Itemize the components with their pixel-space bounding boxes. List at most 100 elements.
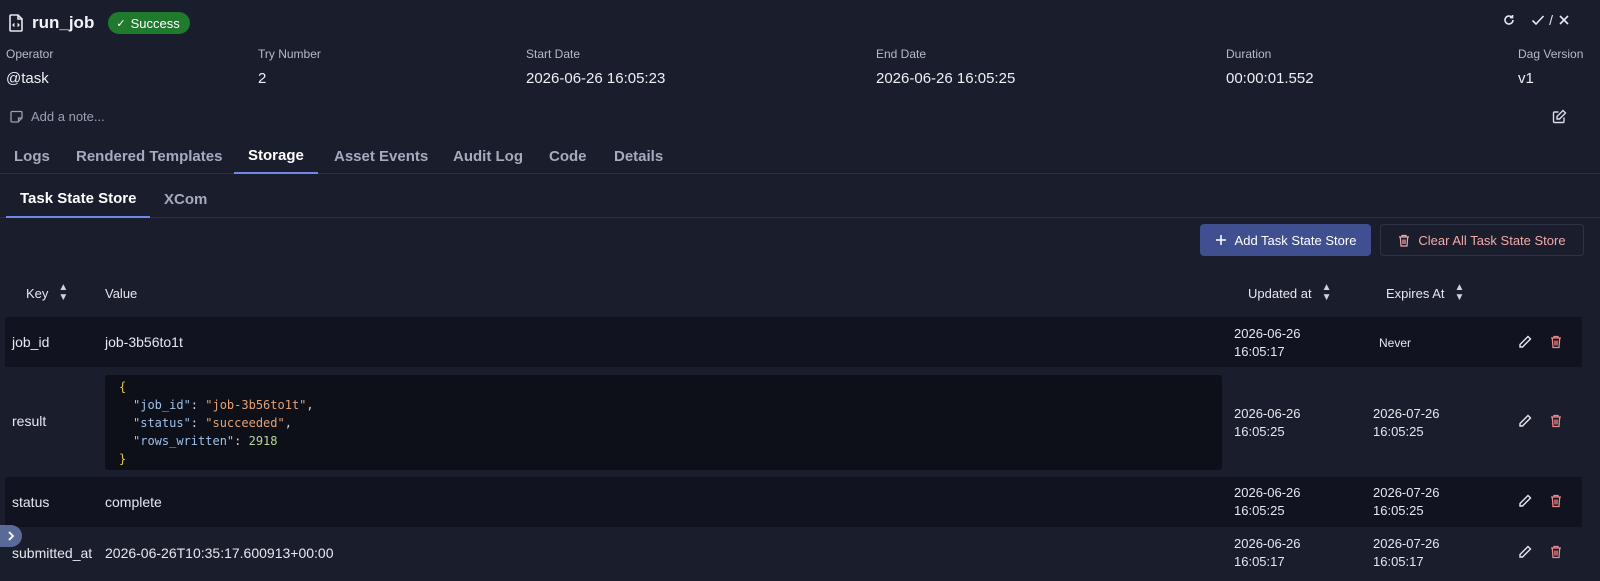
row-expires-at: 2026-07-26 16:05:25 [1373, 405, 1440, 441]
json-value: { "job_id": "job-3b56to1t", "status": "s… [105, 375, 1222, 470]
row-key: submitted_at [12, 545, 93, 561]
row-key: job_id [12, 334, 50, 350]
meta-value-operator: @task [6, 70, 49, 87]
row-key: status [12, 494, 50, 510]
row-key: result [12, 413, 47, 429]
refresh-icon[interactable] [1503, 14, 1515, 26]
row-expires-at: 2026-07-26 16:05:17 [1373, 535, 1440, 571]
json-open-brace: { [119, 380, 127, 394]
add-task-state-store-button[interactable]: Add Task State Store [1200, 224, 1371, 256]
row-value: complete [105, 494, 162, 510]
json-line: "job_id": "job-3b56to1t", [133, 398, 314, 412]
tab-storage[interactable]: Storage [234, 138, 318, 174]
meta-label-end-date: End Date [876, 47, 927, 61]
edit-icon[interactable] [1518, 545, 1532, 559]
expires-date: 2026-07-26 [1373, 406, 1440, 421]
row-expires-at: 2026-07-26 16:05:25 [1373, 484, 1440, 520]
json-comma: , [284, 416, 292, 430]
add-task-state-store-label: Add Task State Store [1234, 232, 1357, 248]
subtab-xcom[interactable]: XCom [150, 181, 221, 218]
row-value: job-3b56to1t [105, 334, 183, 350]
row-actions [1518, 494, 1562, 508]
tab-bar: Logs Rendered Templates Storage Asset Ev… [0, 138, 1600, 174]
column-header-expires-label: Expires At [1386, 285, 1445, 301]
json-key: "status" [133, 416, 191, 430]
json-line: "rows_written": 2918 [133, 434, 278, 448]
expires-date: 2026-07-26 [1373, 536, 1440, 551]
page-title: run_job [32, 13, 95, 32]
column-header-updated-label: Updated at [1248, 285, 1312, 301]
column-header-value-label: Value [105, 285, 138, 301]
sort-icon: ▲ ▼ [1321, 282, 1332, 303]
trash-icon[interactable] [1550, 414, 1562, 428]
plus-icon [1215, 234, 1227, 246]
tab-asset-events[interactable]: Asset Events [320, 138, 442, 174]
json-key: "rows_written" [133, 434, 235, 448]
updated-date: 2026-06-26 [1234, 536, 1301, 551]
check-icon: ✓ [116, 17, 126, 30]
json-close-brace: } [119, 452, 127, 466]
file-code-icon [8, 14, 24, 32]
title-row: run_job ✓ Success [8, 12, 190, 34]
state-separator: / [1549, 12, 1554, 28]
tab-rendered-templates[interactable]: Rendered Templates [62, 138, 236, 174]
meta-value-duration: 00:00:01.552 [1226, 70, 1314, 87]
mark-state-button[interactable]: / [1531, 12, 1570, 28]
top-actions: / [1503, 12, 1570, 28]
edit-icon[interactable] [1518, 494, 1532, 508]
updated-time: 16:05:17 [1234, 344, 1285, 359]
add-note[interactable]: Add a note... [10, 109, 105, 124]
note-icon [10, 110, 23, 123]
json-key: "job_id" [133, 398, 191, 412]
updated-time: 16:05:25 [1234, 503, 1285, 518]
expires-date: 2026-07-26 [1373, 485, 1440, 500]
updated-time: 16:05:17 [1234, 554, 1285, 569]
table-row [5, 477, 1582, 527]
tab-details[interactable]: Details [600, 138, 677, 174]
meta-value-dag-version: v1 [1518, 70, 1534, 87]
column-header-key[interactable]: Key ▲ ▼ [26, 282, 68, 304]
close-icon [1558, 14, 1570, 26]
expires-time: 16:05:25 [1373, 424, 1424, 439]
chevron-right-icon [7, 531, 15, 541]
meta-label-duration: Duration [1226, 47, 1272, 61]
meta-value-start-date: 2026-06-26 16:05:23 [526, 70, 666, 87]
subtab-bar: Task State Store XCom [0, 181, 1600, 218]
sort-icon: ▲ ▼ [58, 282, 69, 303]
column-header-expires-at[interactable]: Expires At ▲ ▼ [1386, 282, 1464, 304]
sort-icon: ▲ ▼ [1454, 282, 1465, 303]
column-header-updated-at[interactable]: Updated at ▲ ▼ [1248, 282, 1332, 304]
edit-icon[interactable] [1518, 414, 1532, 428]
row-updated-at: 2026-06-26 16:05:25 [1234, 484, 1301, 520]
trash-icon[interactable] [1550, 335, 1562, 349]
meta-label-try-number: Try Number [258, 47, 321, 61]
edit-icon[interactable] [1518, 335, 1532, 349]
meta-value-end-date: 2026-06-26 16:05:25 [876, 70, 1016, 87]
clear-all-label: Clear All Task State Store [1418, 232, 1566, 248]
tab-code[interactable]: Code [535, 138, 601, 174]
updated-date: 2026-06-26 [1234, 485, 1301, 500]
table-row [5, 317, 1582, 367]
updated-time: 16:05:25 [1234, 424, 1285, 439]
edit-note-icon[interactable] [1552, 109, 1567, 124]
check-icon [1531, 14, 1545, 26]
trash-icon[interactable] [1550, 494, 1562, 508]
trash-icon[interactable] [1550, 545, 1562, 559]
json-value-string: "succeeded" [205, 416, 285, 430]
meta-label-dag-version: Dag Version [1518, 47, 1584, 61]
trash-icon [1398, 234, 1410, 247]
meta-label-operator: Operator [6, 47, 54, 61]
json-value-string: "job-3b56to1t" [205, 398, 307, 412]
row-updated-at: 2026-06-26 16:05:17 [1234, 535, 1301, 571]
subtab-task-state-store[interactable]: Task State Store [6, 181, 151, 218]
status-badge: ✓ Success [108, 12, 190, 34]
updated-date: 2026-06-26 [1234, 406, 1301, 421]
row-actions [1518, 335, 1562, 349]
tab-audit-log[interactable]: Audit Log [439, 138, 537, 174]
add-note-placeholder: Add a note... [31, 109, 105, 124]
sidebar-toggle-button[interactable] [0, 525, 22, 547]
tab-logs[interactable]: Logs [0, 138, 64, 174]
row-actions [1518, 545, 1562, 559]
clear-all-task-state-store-button[interactable]: Clear All Task State Store [1380, 224, 1584, 256]
json-value-number: 2918 [248, 434, 278, 448]
